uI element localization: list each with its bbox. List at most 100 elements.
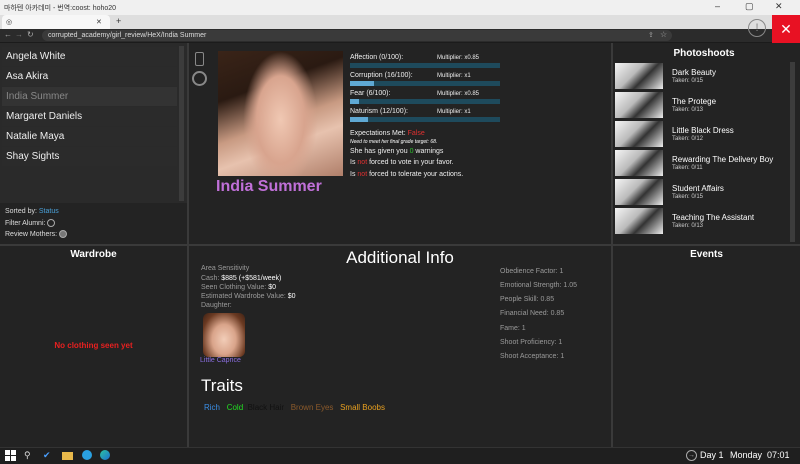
task-check-icon[interactable]: ✔	[43, 450, 54, 461]
back-icon[interactable]: ←	[4, 30, 12, 39]
info-shoot-acceptance: Shoot Acceptance: 1	[500, 353, 565, 360]
reload-icon[interactable]: ↻	[27, 30, 34, 39]
girl-item-selected[interactable]: India Summer	[2, 87, 177, 106]
info-icon[interactable]: !	[748, 19, 766, 37]
new-tab-icon[interactable]: +	[116, 16, 121, 26]
star-icon[interactable]: ☆	[660, 30, 667, 39]
sort-row: Sorted by: Status	[5, 208, 59, 215]
girl-list-scrollbar[interactable]	[179, 46, 184, 201]
photoshoot-taken: Taken: 0/15	[672, 194, 704, 200]
vote-row: Is not forced to vote in your favor.	[350, 159, 454, 166]
seen-clothing-value: $0	[268, 284, 276, 291]
photoshoot-taken: Taken: 0/12	[672, 136, 704, 142]
window-titlebar: 마하텐 아카데미 - 번역:coost: hoho20 – ▢ ✕	[0, 0, 800, 15]
stat-label: Affection (0/100):	[350, 54, 404, 61]
grade-note: Need to meet her final grade target: 68.	[350, 139, 438, 145]
wardrobe-value-label: Estimated Wardrobe Value:	[201, 293, 286, 300]
stat-label: Naturism (12/100):	[350, 108, 408, 115]
minimize-icon[interactable]: –	[715, 1, 720, 11]
filter-alumni-label: Filter Alumni:	[5, 219, 46, 227]
trait-badge[interactable]: Brown Eyes	[291, 403, 334, 412]
review-mothers-label: Review Mothers:	[5, 230, 58, 238]
next-day-icon[interactable]: →	[686, 450, 697, 461]
window-title: 마하텐 아카데미 - 번역:coost: hoho20	[4, 5, 117, 12]
telegram-icon[interactable]	[82, 450, 92, 460]
sort-label: Sorted by:	[5, 208, 37, 215]
tolerate-not: not	[357, 171, 368, 178]
stat-bar	[350, 99, 500, 104]
stat-bar	[350, 63, 500, 68]
trait-badge[interactable]: Black Hair	[248, 403, 284, 412]
windows-start-icon[interactable]	[5, 450, 16, 461]
photoshoot-title: The Protege	[672, 97, 717, 106]
seen-clothing-label: Seen Clothing Value:	[201, 284, 267, 291]
girl-item[interactable]: Asa Akira	[2, 67, 177, 86]
photoshoot-title: Rewarding The Delivery Boy	[672, 155, 774, 164]
photoshoot-title: Teaching The Assistant	[672, 213, 755, 222]
expectations-row: Expectations Met: False	[350, 130, 425, 137]
daughter-name[interactable]: Little Caprice	[200, 357, 241, 364]
maximize-icon[interactable]: ▢	[745, 1, 754, 12]
stat-bar-fill	[350, 99, 359, 104]
filter-row: Filter Alumni:	[5, 219, 56, 227]
photoshoot-thumbnail	[615, 150, 663, 176]
sort-value[interactable]: Status	[39, 208, 59, 215]
girl-name-title: India Summer	[216, 178, 322, 195]
expectations-value: False	[407, 130, 425, 137]
photoshoot-item[interactable]: Rewarding The Delivery Boy Taken: 0/11	[615, 150, 773, 176]
trait-badge[interactable]: Rich	[204, 403, 220, 412]
review-row: Review Mothers:	[5, 230, 68, 238]
events-header: Events	[690, 249, 723, 260]
wardrobe-value-value: $0	[287, 293, 296, 300]
photoshoot-item[interactable]: Little Black Dress Taken: 0/12	[615, 121, 734, 147]
forward-icon[interactable]: →	[15, 30, 23, 39]
photoshoots-scrollbar[interactable]	[790, 62, 795, 242]
share-icon[interactable]: ⇪	[648, 31, 654, 39]
photoshoot-item[interactable]: Student Affairs Taken: 0/15	[615, 179, 724, 205]
area-sensitivity-label[interactable]: Area Sensitivity	[201, 265, 249, 272]
tolerate-row: Is not forced to tolerate your actions.	[350, 171, 463, 178]
photoshoot-taken: Taken: 0/13	[672, 107, 704, 113]
warnings-pre: She has given you	[350, 148, 408, 155]
daughter-portrait[interactable]	[203, 313, 245, 357]
cash-row: Cash: $885 (+$581/week)	[201, 275, 281, 282]
camera-icon[interactable]	[192, 71, 207, 86]
cash-value: $885 (+$581/week)	[221, 275, 282, 282]
stat-bar	[350, 117, 500, 122]
close-button[interactable]: ✕	[772, 15, 800, 43]
photoshoot-item[interactable]: Dark Beauty Taken: 0/15	[615, 63, 716, 89]
photoshoot-item[interactable]: The Protege Taken: 0/13	[615, 92, 716, 118]
vote-post: forced to vote in your favor.	[369, 159, 454, 166]
window-close-icon[interactable]: ✕	[775, 1, 783, 12]
info-shoot-proficiency: Shoot Proficiency: 1	[500, 339, 563, 346]
traits-list: Rich Cold Black Hair Brown Eyes Small Bo…	[204, 403, 385, 412]
trait-badge[interactable]: Cold	[227, 403, 243, 412]
daughter-label: Daughter:	[201, 302, 232, 309]
review-mothers-radio[interactable]	[59, 230, 68, 238]
folder-icon[interactable]	[62, 452, 73, 460]
edge-icon[interactable]	[100, 450, 110, 460]
girl-item[interactable]: Angela White	[2, 47, 177, 66]
url-field[interactable]: corrupted_academy/girl_review/HeX/India …	[42, 30, 672, 41]
photoshoot-title: Dark Beauty	[672, 68, 717, 77]
photoshoot-item[interactable]: Teaching The Assistant Taken: 0/13	[615, 208, 754, 234]
girl-item[interactable]: Shay Sights	[2, 147, 177, 166]
search-icon[interactable]: ⚲	[24, 450, 35, 461]
additional-info-header: Additional Info	[346, 248, 454, 267]
girl-item[interactable]: Natalie Maya	[2, 127, 177, 146]
photoshoot-title: Little Black Dress	[672, 126, 734, 135]
trait-badge[interactable]: Small Boobs	[340, 403, 385, 412]
status-time: 07:01	[767, 450, 790, 460]
girl-item[interactable]: Margaret Daniels	[2, 107, 177, 126]
stat-multiplier: Multiplier: x0.85	[437, 91, 480, 97]
tab-close-icon[interactable]: ✕	[96, 18, 102, 26]
stat-bar-fill	[350, 81, 374, 86]
traits-header: Traits	[201, 376, 243, 395]
seen-clothing-row: Seen Clothing Value: $0	[201, 284, 276, 291]
phone-icon[interactable]	[195, 52, 204, 66]
stat-bar	[350, 81, 500, 86]
photoshoot-title: Student Affairs	[672, 184, 724, 193]
browser-tab[interactable]: ◎ ✕	[2, 15, 110, 29]
photoshoot-thumbnail	[615, 179, 663, 205]
filter-alumni-radio[interactable]	[47, 219, 56, 227]
